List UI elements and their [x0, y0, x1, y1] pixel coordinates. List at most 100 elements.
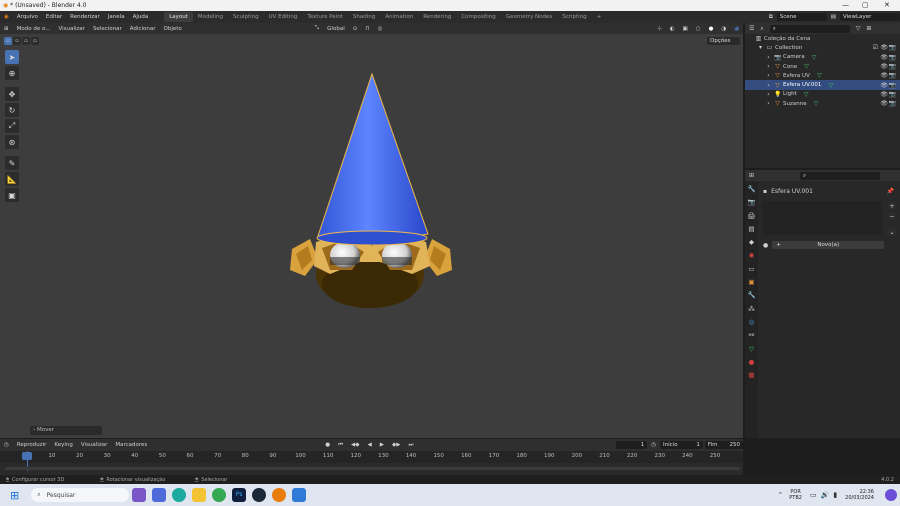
timeline-ruler[interactable]: 1102030405060708090100110120130140150160…: [0, 451, 743, 463]
view-layer-tab-icon[interactable]: ▤: [748, 225, 754, 234]
record-icon[interactable]: ●: [321, 442, 334, 448]
collection-tab-icon[interactable]: ▭: [748, 265, 754, 274]
data-tab-icon[interactable]: ▽: [749, 345, 754, 354]
menu-reproduzir[interactable]: Reproduzir: [13, 442, 51, 448]
viewlayer-selector[interactable]: ViewLayer: [840, 13, 900, 21]
properties-search-input[interactable]: ⌕: [800, 171, 881, 180]
eye-icon[interactable]: 👁: [880, 82, 888, 89]
battery-icon[interactable]: ▮: [833, 491, 837, 499]
start-frame-field[interactable]: Início 1: [660, 441, 703, 449]
teams-icon[interactable]: [152, 488, 167, 502]
modifier-tab-icon[interactable]: 🔧: [747, 291, 755, 300]
outliner-search-input[interactable]: ⌕: [769, 24, 850, 33]
xray-icon[interactable]: ▣: [679, 26, 692, 32]
next-key-icon[interactable]: ◆▶: [388, 442, 404, 448]
proportional-edit-icon[interactable]: ◎: [374, 26, 387, 32]
tab-layout[interactable]: Layout: [164, 12, 193, 22]
menu-keying[interactable]: Keying: [50, 442, 76, 448]
menu-visualizar[interactable]: Visualizar: [54, 26, 88, 32]
timeline-editor-icon[interactable]: ◷: [0, 442, 13, 448]
steam-icon[interactable]: [252, 488, 267, 502]
scene-render[interactable]: [0, 34, 743, 438]
tool-tab-icon[interactable]: 🔧: [747, 185, 755, 194]
minimize-icon[interactable]: —: [842, 0, 849, 11]
orientation-selector[interactable]: Global: [323, 26, 349, 32]
app-icon[interactable]: [292, 488, 307, 502]
new-collection-icon[interactable]: ⊞: [866, 25, 871, 32]
menu-janela[interactable]: Janela: [104, 14, 129, 20]
menu-editar[interactable]: Editar: [42, 14, 66, 20]
render-camera-icon[interactable]: 📷: [889, 100, 896, 107]
eye-icon[interactable]: 👁: [880, 91, 888, 98]
last-operator-panel[interactable]: › Mover: [30, 426, 102, 435]
taskbar-search[interactable]: ⌕ Pesquisar: [31, 488, 130, 502]
outliner-item[interactable]: › ▽ Esfera UV.001 ▽ 👁 📷: [745, 80, 900, 90]
expand-arrow-icon[interactable]: ›: [765, 54, 772, 61]
current-frame-field[interactable]: 1: [615, 441, 648, 449]
snap-icon[interactable]: ⊓: [361, 26, 373, 32]
expand-arrow-icon[interactable]: ›: [765, 72, 772, 79]
play-reverse-icon[interactable]: ◀: [364, 442, 376, 448]
editor-type-icon[interactable]: ⊞: [0, 26, 13, 32]
outliner-editor-icon[interactable]: ☰: [749, 25, 754, 32]
tab-shading[interactable]: Shading: [348, 12, 380, 22]
scene-collection-row[interactable]: ▥ Coleção da Cena: [745, 34, 900, 43]
material-slot-list[interactable]: [762, 201, 882, 235]
shading-rendered-icon[interactable]: ◕: [730, 26, 743, 32]
expand-arrow-icon[interactable]: ›: [765, 91, 772, 98]
collection-row[interactable]: ▾ ▭ Collection ☑ 👁 📷: [745, 43, 900, 52]
pin-icon[interactable]: 📌: [887, 188, 894, 195]
outliner-item[interactable]: › 💡 Light ▽ 👁 📷: [745, 90, 900, 99]
menu-renderizar[interactable]: Renderizar: [66, 14, 104, 20]
eye-icon[interactable]: 👁: [880, 63, 888, 70]
menu-adicionar[interactable]: Adicionar: [126, 26, 160, 32]
tab-uv-editing[interactable]: UV Editing: [264, 12, 303, 22]
tray-chevron-icon[interactable]: ⌃: [777, 491, 783, 499]
jump-end-icon[interactable]: ⏭: [404, 442, 417, 449]
render-camera-icon[interactable]: 📷: [889, 72, 896, 79]
constraints-tab-icon[interactable]: ⚯: [749, 331, 754, 340]
cursor-tool-icon[interactable]: ⊕: [5, 66, 19, 80]
tab-modeling[interactable]: Modeling: [193, 12, 228, 22]
particles-tab-icon[interactable]: ⁂: [748, 305, 755, 314]
exclude-checkbox[interactable]: ☑: [873, 44, 878, 51]
expand-arrow-icon[interactable]: ›: [765, 82, 772, 89]
render-camera-icon[interactable]: 📷: [889, 44, 896, 51]
material-tab-icon[interactable]: ●: [749, 358, 755, 367]
add-workspace-icon[interactable]: +: [592, 12, 607, 22]
rotate-tool-icon[interactable]: ↻: [5, 103, 19, 117]
language-indicator[interactable]: POR PTB2: [789, 489, 802, 501]
chrome-icon[interactable]: [212, 488, 227, 502]
expand-arrow-icon[interactable]: ›: [765, 100, 772, 107]
mode-selector[interactable]: Modo de o...: [13, 26, 55, 32]
3d-viewport[interactable]: ▫ ▫ ▫ ▫ Opções: [0, 34, 743, 438]
shading-solid-icon[interactable]: ●: [705, 26, 718, 32]
preview-range-icon[interactable]: ◷: [647, 442, 660, 448]
edge-icon[interactable]: [172, 488, 187, 502]
maximize-icon[interactable]: ▢: [862, 0, 869, 11]
menu-arquivo[interactable]: Arquivo: [13, 14, 42, 20]
world-tab-icon[interactable]: ◉: [749, 251, 755, 260]
object-tab-icon[interactable]: ▣: [748, 278, 754, 287]
transform-tool-icon[interactable]: ⊛: [5, 135, 19, 149]
network-icon[interactable]: ▭: [810, 491, 817, 499]
slot-menu-chevron-icon[interactable]: ⌄: [888, 228, 896, 236]
pivot-icon[interactable]: ⊙: [349, 26, 362, 32]
output-tab-icon[interactable]: 🖨: [747, 212, 755, 221]
scene-selector[interactable]: Scene: [776, 13, 827, 21]
end-frame-field[interactable]: Fim 250: [704, 441, 743, 449]
tab-compositing[interactable]: Compositing: [456, 12, 500, 22]
overlay-toggle-icon[interactable]: ◐: [666, 26, 679, 32]
outliner-item[interactable]: › ▽ Esfera UV ▽ 👁 📷: [745, 71, 900, 80]
photoshop-icon[interactable]: Ps: [232, 488, 247, 502]
outliner-item[interactable]: › 📷 Camera ▽ 👁 📷: [745, 53, 900, 62]
gizmo-toggle-icon[interactable]: ⊹: [653, 26, 666, 32]
clock[interactable]: 22:36 20/03/2024: [845, 489, 874, 501]
windows-start-icon[interactable]: ⊞: [10, 489, 19, 502]
render-camera-icon[interactable]: 📷: [889, 91, 896, 98]
outliner-item[interactable]: › ▽ Suzanne ▽ 👁 📷: [745, 99, 900, 108]
properties-editor-icon[interactable]: ⊞: [749, 172, 754, 179]
tab-texture-paint[interactable]: Texture Paint: [302, 12, 348, 22]
render-camera-icon[interactable]: 📷: [889, 82, 896, 89]
timeline-scrollbar[interactable]: [5, 467, 740, 470]
